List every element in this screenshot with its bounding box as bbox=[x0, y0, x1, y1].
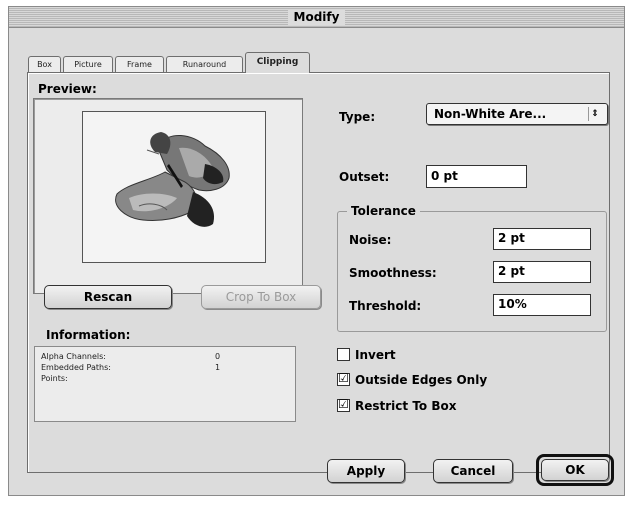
threshold-label: Threshold: bbox=[349, 299, 422, 313]
type-label: Type: bbox=[339, 110, 376, 124]
cancel-button[interactable]: Cancel bbox=[433, 459, 513, 483]
crop-to-box-button[interactable]: Crop To Box bbox=[201, 285, 321, 309]
preview-frame bbox=[82, 111, 266, 263]
restrict-to-box-label[interactable]: Restrict To Box bbox=[355, 399, 456, 413]
outset-field[interactable]: 0 pt bbox=[426, 165, 527, 188]
apply-button[interactable]: Apply bbox=[327, 459, 405, 483]
noise-field[interactable]: 2 pt bbox=[493, 228, 591, 250]
butterfly-image bbox=[115, 132, 230, 227]
info-embedded-paths-value: 1 bbox=[215, 363, 221, 372]
invert-checkbox[interactable] bbox=[337, 348, 350, 361]
info-embedded-paths-name: Embedded Paths: bbox=[41, 363, 111, 372]
dialog-body: Box Picture Frame Runaround Clipping Pre… bbox=[8, 28, 625, 496]
checkmark-icon: ☑ bbox=[338, 397, 349, 411]
noise-label: Noise: bbox=[349, 233, 392, 247]
popup-arrows-icon: ⇕ bbox=[588, 107, 601, 121]
checkmark-icon: ☑ bbox=[338, 371, 349, 385]
modify-dialog-window: Modify Box Picture Frame Runaround Clipp… bbox=[0, 0, 633, 506]
outset-label: Outset: bbox=[339, 170, 390, 184]
information-label: Information: bbox=[46, 328, 131, 342]
ok-button[interactable]: OK bbox=[541, 459, 609, 481]
type-popup-menu[interactable]: Non-White Are... ⇕ bbox=[426, 103, 608, 125]
tab-picture[interactable]: Picture bbox=[63, 56, 113, 72]
rescan-button[interactable]: Rescan bbox=[44, 285, 172, 309]
tab-runaround[interactable]: Runaround bbox=[166, 56, 243, 72]
tab-box[interactable]: Box bbox=[28, 56, 61, 72]
preview-label: Preview: bbox=[38, 82, 97, 96]
smoothness-label: Smoothness: bbox=[349, 266, 437, 280]
restrict-to-box-checkbox[interactable]: ☑ bbox=[337, 397, 350, 412]
tab-clipping[interactable]: Clipping bbox=[245, 52, 310, 73]
threshold-field[interactable]: 10% bbox=[493, 294, 591, 316]
information-box: Alpha Channels: 0 Embedded Paths: 1 Poin… bbox=[34, 346, 296, 422]
smoothness-field[interactable]: 2 pt bbox=[493, 261, 591, 283]
preview-area bbox=[33, 98, 303, 294]
outside-edges-only-label[interactable]: Outside Edges Only bbox=[355, 373, 487, 387]
invert-label[interactable]: Invert bbox=[355, 348, 396, 362]
info-points-name: Points: bbox=[41, 374, 68, 383]
outside-edges-only-checkbox[interactable]: ☑ bbox=[337, 371, 350, 386]
info-alpha-channels-name: Alpha Channels: bbox=[41, 352, 106, 361]
tolerance-title: Tolerance bbox=[347, 204, 420, 218]
info-alpha-channels-value: 0 bbox=[215, 352, 221, 361]
title-bar[interactable]: Modify bbox=[8, 6, 625, 28]
window-title: Modify bbox=[287, 10, 346, 25]
type-selected-value: Non-White Are... bbox=[434, 107, 547, 121]
tab-frame[interactable]: Frame bbox=[115, 56, 164, 72]
